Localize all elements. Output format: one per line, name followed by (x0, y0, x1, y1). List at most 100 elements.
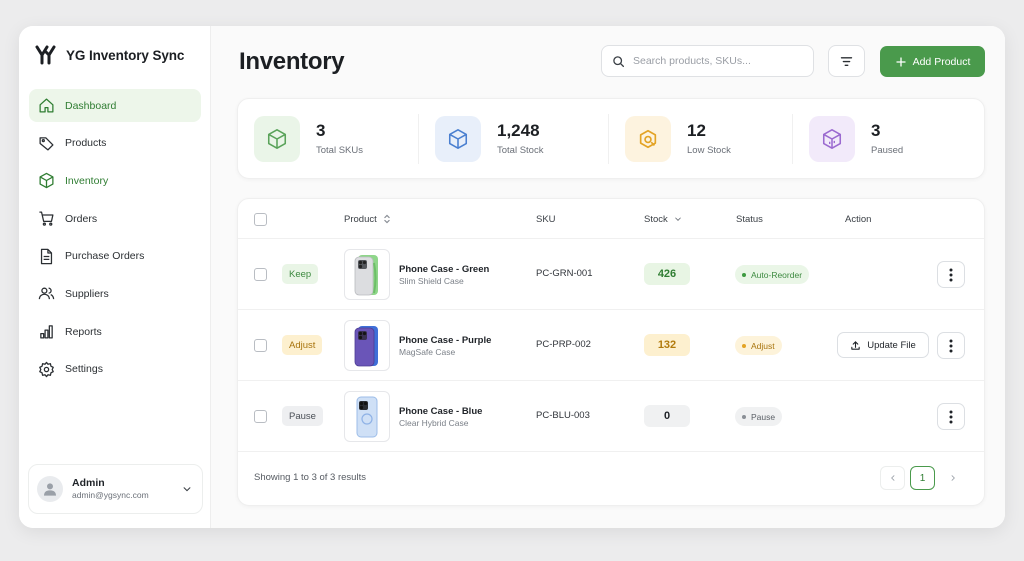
product-thumbnail (344, 320, 390, 371)
page-title: Inventory (239, 48, 345, 75)
stat-icon-bg (254, 115, 300, 162)
stock-value: 426 (644, 263, 690, 285)
user-menu[interactable]: Admin admin@ygsync.com (28, 464, 203, 514)
brand[interactable]: YG Inventory Sync (34, 43, 184, 67)
sku-value: PC-PRP-002 (536, 339, 591, 350)
phone-case-image (356, 396, 378, 437)
main-content: Inventory Add Product 3 Total SKUs (211, 26, 1005, 528)
stat-label: Total Stock (497, 144, 544, 156)
select-all-checkbox[interactable] (254, 212, 267, 226)
sidebar-item-products[interactable]: Products (29, 127, 201, 160)
table-header: Product SKU Stock Status Action (238, 199, 984, 239)
action-tag-keep[interactable]: Keep (282, 264, 319, 284)
chevron-down-icon (183, 487, 191, 492)
row-checkbox[interactable] (254, 339, 267, 352)
stat-label: Low Stock (687, 144, 731, 156)
stat-icon-bg (625, 115, 671, 162)
column-product[interactable]: Product (344, 199, 391, 239)
more-vertical-icon (949, 268, 953, 281)
sku-value: PC-GRN-001 (536, 268, 593, 279)
users-icon (38, 287, 55, 300)
status-text: Auto-Reorder (751, 269, 803, 280)
column-action: Action (845, 199, 871, 239)
row-checkbox[interactable] (254, 268, 267, 281)
search-box[interactable] (601, 45, 814, 77)
app-window: YG Inventory Sync Dashboard Products Inv… (19, 26, 1005, 528)
table-row: Adjust Phone Case - Purple MagSafe Case … (238, 310, 984, 381)
stat-icon-bg (809, 115, 855, 162)
sidebar-item-label: Dashboard (65, 99, 117, 112)
gear-icon (39, 361, 54, 378)
column-label: Product (344, 213, 377, 225)
sidebar-item-label: Suppliers (65, 287, 109, 300)
row-menu-button[interactable] (937, 332, 965, 359)
column-status: Status (736, 199, 763, 239)
inventory-table: Product SKU Stock Status Action Keep Pho… (237, 198, 985, 506)
user-info: Admin admin@ygsync.com (72, 477, 173, 501)
filter-button[interactable] (828, 45, 865, 77)
action-tag-pause[interactable]: Pause (282, 406, 323, 426)
user-icon (44, 483, 56, 496)
sidebar-item-dashboard[interactable]: Dashboard (29, 89, 201, 122)
search-icon (613, 55, 625, 67)
document-icon (40, 248, 53, 264)
column-stock[interactable]: Stock (644, 199, 682, 239)
search-input[interactable] (633, 55, 793, 67)
status-text: Pause (751, 411, 776, 422)
stat-paused: 3 Paused (792, 113, 982, 164)
product-thumbnail (344, 391, 390, 442)
column-sku: SKU (536, 199, 556, 239)
status-badge: Auto-Reorder (735, 265, 810, 284)
add-product-label: Add Product (912, 55, 971, 68)
table-row: Pause Phone Case - Blue Clear Hybrid Cas… (238, 381, 984, 452)
product-variant: Slim Shield Case (399, 276, 464, 287)
sidebar-item-orders[interactable]: Orders (29, 202, 201, 235)
phone-case-image (354, 254, 378, 295)
table-row: Keep Phone Case - Green Slim Shield Case… (238, 239, 984, 310)
row-menu-button[interactable] (937, 403, 965, 430)
status-text: Adjust (751, 340, 775, 351)
column-label: Status (736, 213, 763, 225)
home-icon (39, 98, 54, 113)
logo-icon (35, 45, 56, 65)
product-name: Phone Case - Blue (399, 406, 483, 417)
stat-label: Paused (871, 144, 904, 156)
product-variant: MagSafe Case (399, 347, 456, 358)
status-dot (742, 343, 746, 348)
avatar (37, 476, 63, 502)
sidebar-item-label: Inventory (65, 174, 109, 187)
results-summary: Showing 1 to 3 of 3 results (254, 472, 366, 483)
update-file-button[interactable]: Update File (837, 332, 929, 358)
select-all-cell (254, 199, 267, 239)
column-label: SKU (536, 213, 556, 225)
chevron-right-icon (951, 475, 955, 481)
sku-value: PC-BLU-003 (536, 410, 590, 421)
row-checkbox[interactable] (254, 410, 267, 423)
stat-value: 3 (316, 121, 326, 141)
prev-page-button[interactable] (880, 466, 905, 490)
chevron-left-icon (890, 475, 894, 481)
sidebar-item-reports[interactable]: Reports (29, 315, 201, 348)
page-button-current[interactable]: 1 (910, 466, 935, 490)
row-menu-button[interactable] (937, 261, 965, 288)
bar-chart-icon (40, 325, 53, 339)
cube-icon (39, 173, 54, 189)
sidebar-item-suppliers[interactable]: Suppliers (29, 277, 201, 310)
stat-total-skus: 3 Total SKUs (238, 99, 418, 178)
stat-value: 3 (871, 121, 881, 141)
status-dot (742, 272, 746, 277)
stat-total-stock: 1,248 Total Stock (418, 113, 608, 164)
sidebar-item-purchase-orders[interactable]: Purchase Orders (29, 240, 201, 273)
product-thumbnail (344, 249, 390, 300)
next-page-button[interactable] (940, 466, 965, 490)
sidebar-item-inventory[interactable]: Inventory (29, 164, 201, 197)
action-tag-adjust[interactable]: Adjust (282, 335, 323, 355)
sidebar-item-settings[interactable]: Settings (29, 353, 201, 386)
status-badge: Pause (735, 407, 783, 426)
product-name: Phone Case - Purple (399, 335, 492, 346)
stat-icon-bg (435, 115, 481, 162)
more-vertical-icon (949, 410, 953, 423)
add-product-button[interactable]: Add Product (880, 46, 985, 77)
stat-label: Total SKUs (316, 144, 363, 156)
stat-value: 12 (687, 121, 706, 141)
